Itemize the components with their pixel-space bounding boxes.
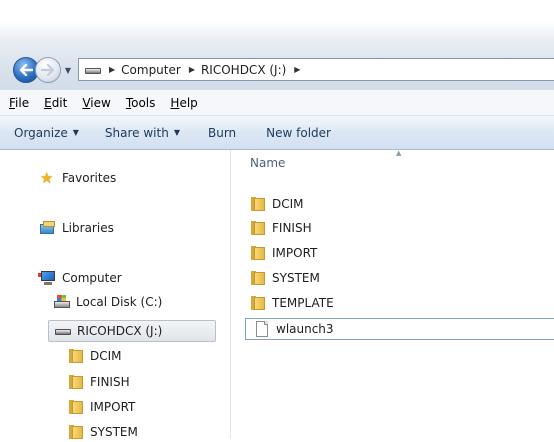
- share-with-button[interactable]: Share with ▼: [105, 126, 180, 140]
- column-header-name[interactable]: Name: [250, 156, 285, 170]
- folder-row-template[interactable]: TEMPLATE: [250, 293, 334, 313]
- breadcrumb-ricohdcx[interactable]: RICOHDCX (J:): [201, 63, 286, 77]
- menu-view[interactable]: View: [82, 96, 110, 110]
- folder-row-system[interactable]: SYSTEM: [250, 268, 320, 288]
- forward-arrow-icon: [41, 64, 55, 76]
- new-folder-button[interactable]: New folder: [266, 126, 331, 140]
- address-bar[interactable]: ▶ Computer ▶ RICOHDCX (J:) ▶: [78, 58, 554, 81]
- forward-button[interactable]: [35, 57, 61, 83]
- menu-help[interactable]: Help: [170, 96, 197, 110]
- menu-file[interactable]: File: [9, 96, 29, 110]
- folder-row-import[interactable]: IMPORT: [250, 243, 317, 263]
- breadcrumb-arrow-icon[interactable]: ▶: [109, 65, 115, 74]
- breadcrumb-arrow-icon[interactable]: ▶: [294, 65, 300, 74]
- sidebar-item-import[interactable]: IMPORT: [68, 397, 135, 417]
- star-icon: ★: [40, 169, 54, 187]
- back-arrow-icon: [19, 64, 33, 76]
- folder-icon: [250, 295, 266, 311]
- computer-icon: [38, 270, 56, 286]
- folder-icon: [250, 270, 266, 286]
- organize-button[interactable]: Organize ▼: [14, 126, 79, 140]
- file-icon: [254, 321, 270, 337]
- sidebar-item-system[interactable]: SYSTEM: [68, 422, 138, 442]
- sidebar-item-finish[interactable]: FINISH: [68, 372, 130, 392]
- recent-pages-dropdown[interactable]: ▼: [62, 64, 74, 76]
- sidebar-item-dcim[interactable]: DCIM: [68, 346, 122, 366]
- folder-row-dcim[interactable]: DCIM: [250, 194, 304, 214]
- drive-icon: [55, 323, 71, 339]
- drive-icon: [85, 65, 101, 75]
- sidebar-item-libraries[interactable]: Libraries: [40, 218, 114, 238]
- folder-icon: [68, 399, 84, 415]
- folder-icon: [250, 220, 266, 236]
- sort-ascending-icon: ▲: [396, 149, 402, 157]
- sidebar-item-computer[interactable]: Computer: [38, 268, 122, 288]
- folder-icon: [68, 374, 84, 390]
- sidebar-item-local-disk[interactable]: Local Disk (C:): [54, 292, 162, 312]
- local-disk-icon: [54, 294, 70, 310]
- breadcrumb-arrow-icon[interactable]: ▶: [189, 65, 195, 74]
- menu-tools[interactable]: Tools: [126, 96, 156, 110]
- chevron-down-icon: ▼: [64, 65, 72, 75]
- menu-bar: File Edit View Tools Help: [0, 90, 554, 116]
- chevron-down-icon: ▼: [72, 128, 79, 137]
- breadcrumb-computer[interactable]: Computer: [121, 63, 181, 77]
- command-toolbar: Organize ▼ Share with ▼ Burn New folder: [0, 116, 554, 150]
- chevron-down-icon: ▼: [173, 128, 180, 137]
- menu-edit[interactable]: Edit: [44, 96, 67, 110]
- libraries-icon: [40, 220, 56, 236]
- folder-icon: [68, 348, 84, 364]
- burn-button[interactable]: Burn: [208, 126, 236, 140]
- sidebar-item-ricohdcx[interactable]: RICOHDCX (J:): [48, 320, 216, 342]
- folder-row-finish[interactable]: FINISH: [250, 218, 312, 238]
- folder-icon: [68, 424, 84, 440]
- folder-icon: [250, 245, 266, 261]
- file-row-wlaunch3[interactable]: wlaunch3: [245, 318, 554, 340]
- folder-icon: [250, 196, 266, 212]
- sidebar-item-favorites[interactable]: ★ Favorites: [40, 168, 116, 188]
